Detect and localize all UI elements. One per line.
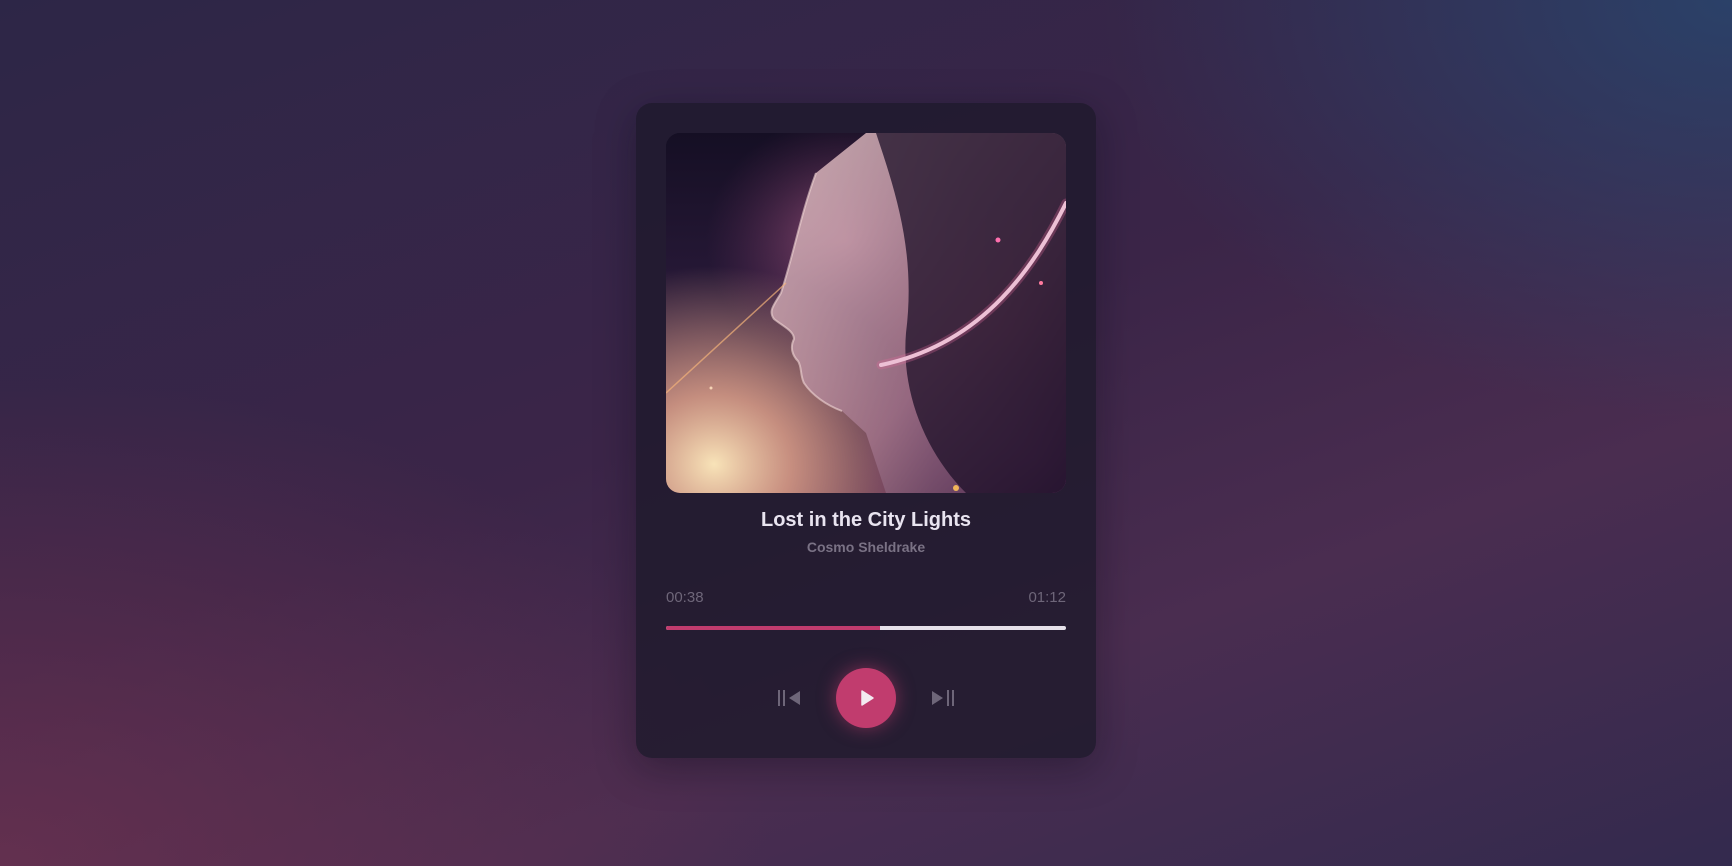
play-button[interactable]: [836, 668, 896, 728]
current-time: 00:38: [666, 589, 704, 606]
skip-previous-icon: [778, 690, 800, 706]
next-button[interactable]: [924, 668, 956, 728]
progress-bar[interactable]: [666, 626, 1066, 630]
playback-controls: [636, 668, 1096, 728]
track-title: Lost in the City Lights: [761, 509, 971, 531]
previous-button[interactable]: [776, 668, 808, 728]
skip-next-icon: [932, 690, 954, 706]
total-time: 01:12: [1028, 589, 1066, 606]
progress-fill: [666, 626, 880, 630]
album-cover: [666, 133, 1066, 493]
track-artist: Cosmo Sheldrake: [806, 539, 926, 555]
play-icon: [861, 690, 874, 706]
music-player-card: Lost in the City Lights Cosmo Sheldrake …: [636, 103, 1096, 758]
